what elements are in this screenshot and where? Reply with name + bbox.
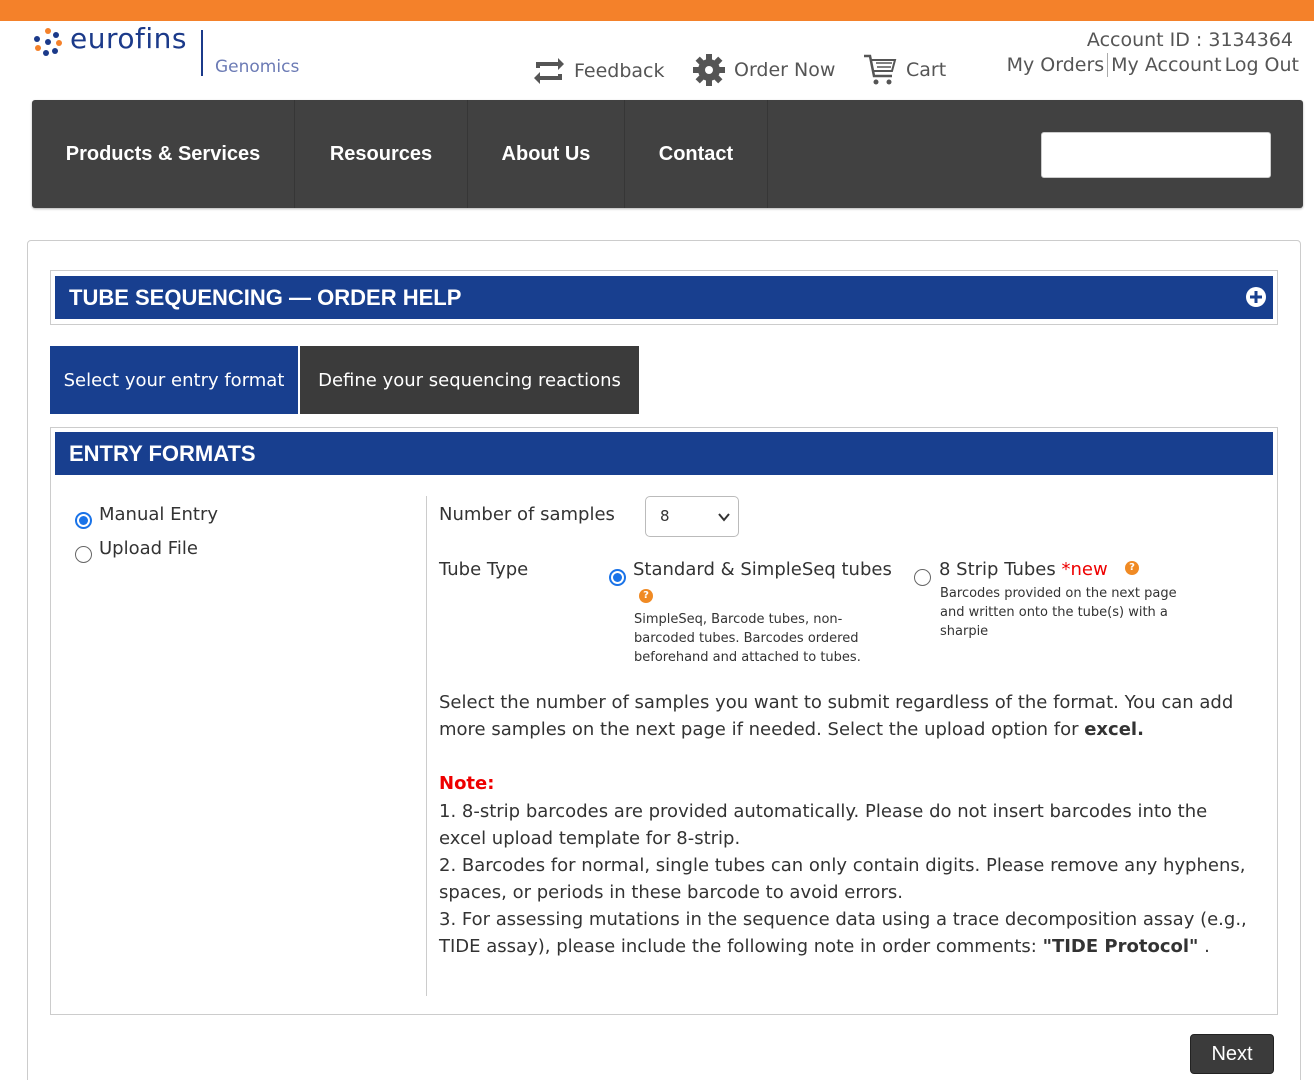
log-out-link[interactable]: Log Out	[1225, 54, 1299, 76]
cart-label: Cart	[906, 59, 947, 81]
tab-select-entry-format[interactable]: Select your entry format	[50, 346, 298, 414]
brand-name: eurofins	[70, 22, 187, 55]
expand-plus-icon[interactable]	[1245, 286, 1267, 308]
top-accent-bar	[0, 0, 1314, 21]
order-help-title: TUBE SEQUENCING — ORDER HELP	[69, 285, 462, 310]
main-panel: TUBE SEQUENCING — ORDER HELP Select your…	[27, 240, 1301, 1080]
standard-tubes-description: SimpleSeq, Barcode tubes, non-barcoded t…	[634, 612, 861, 665]
brand-division: Genomics	[215, 57, 300, 77]
strip-tubes-label[interactable]: 8 Strip Tubes *new	[939, 559, 1108, 580]
standard-tubes-radio[interactable]	[609, 569, 626, 586]
order-now-link[interactable]: Order Now	[692, 53, 835, 87]
strip-tubes-description: Barcodes provided on the next page and w…	[940, 586, 1177, 639]
note-item-1: 1. 8-strip barcodes are provided automat…	[439, 801, 1208, 849]
note-item-3: 3. For assessing mutations in the sequen…	[439, 906, 1259, 960]
manual-entry-radio[interactable]	[75, 512, 92, 529]
help-question-icon[interactable]: ?	[1125, 561, 1139, 575]
my-orders-link[interactable]: My Orders	[1007, 54, 1105, 76]
instructions-text: Select the number of samples you want to…	[439, 689, 1259, 743]
link-separator	[1107, 53, 1109, 77]
standard-tubes-label[interactable]: Standard & SimpleSeq tubes	[633, 559, 892, 580]
samples-select[interactable]: 8	[645, 496, 739, 537]
samples-value: 8	[660, 507, 670, 525]
new-badge: *new	[1061, 559, 1108, 580]
strip-tubes-text: 8 Strip Tubes	[939, 559, 1056, 580]
my-account-link[interactable]: My Account	[1111, 54, 1221, 76]
help-question-icon[interactable]: ?	[639, 589, 653, 603]
chevron-down-icon	[718, 513, 730, 522]
column-divider	[426, 496, 427, 996]
samples-label: Number of samples	[439, 504, 615, 525]
nav-contact[interactable]: Contact	[625, 100, 768, 208]
order-help-header[interactable]: TUBE SEQUENCING — ORDER HELP	[55, 276, 1273, 319]
feedback-link[interactable]: Feedback	[532, 56, 664, 86]
search-input[interactable]	[1041, 132, 1271, 178]
note-item-2: 2. Barcodes for normal, single tubes can…	[439, 855, 1246, 903]
order-now-label: Order Now	[734, 59, 836, 81]
gear-icon	[693, 54, 725, 86]
note-item-3-bold: "TIDE Protocol"	[1042, 936, 1199, 957]
nav-about-us[interactable]: About Us	[468, 100, 625, 208]
manual-entry-label[interactable]: Manual Entry	[99, 504, 218, 525]
next-button[interactable]: Next	[1190, 1034, 1274, 1074]
upload-file-label[interactable]: Upload File	[99, 538, 198, 559]
cart-link[interactable]: Cart	[862, 52, 946, 88]
tab-define-sequencing-reactions[interactable]: Define your sequencing reactions	[300, 346, 639, 414]
logo-divider	[201, 30, 203, 76]
nav-resources[interactable]: Resources	[295, 100, 468, 208]
note-title: Note:	[439, 773, 495, 794]
feedback-icon	[534, 58, 564, 84]
cart-icon	[864, 54, 897, 85]
entry-formats-section: ENTRY FORMATS Manual Entry Upload File N…	[50, 427, 1278, 1015]
entry-formats-title: ENTRY FORMATS	[55, 432, 1273, 475]
eurofins-logo-icon	[34, 28, 62, 56]
upload-file-radio[interactable]	[75, 546, 92, 563]
note-list: 1. 8-strip barcodes are provided automat…	[439, 798, 1259, 960]
account-id: Account ID : 3134364	[1086, 29, 1293, 51]
order-help-section: TUBE SEQUENCING — ORDER HELP	[50, 270, 1278, 325]
instructions-bold: excel.	[1084, 719, 1144, 740]
nav-products-services[interactable]: Products & Services	[32, 100, 295, 208]
tube-type-label: Tube Type	[439, 559, 529, 580]
account-links: My Orders My Account Log Out	[1007, 53, 1299, 77]
main-nav: Products & Services Resources About Us C…	[32, 100, 1303, 208]
feedback-label: Feedback	[574, 60, 665, 82]
note-item-3-end: .	[1198, 936, 1210, 957]
eurofins-logo[interactable]: eurofins Genomics	[30, 22, 310, 82]
strip-tubes-radio[interactable]	[914, 569, 931, 586]
